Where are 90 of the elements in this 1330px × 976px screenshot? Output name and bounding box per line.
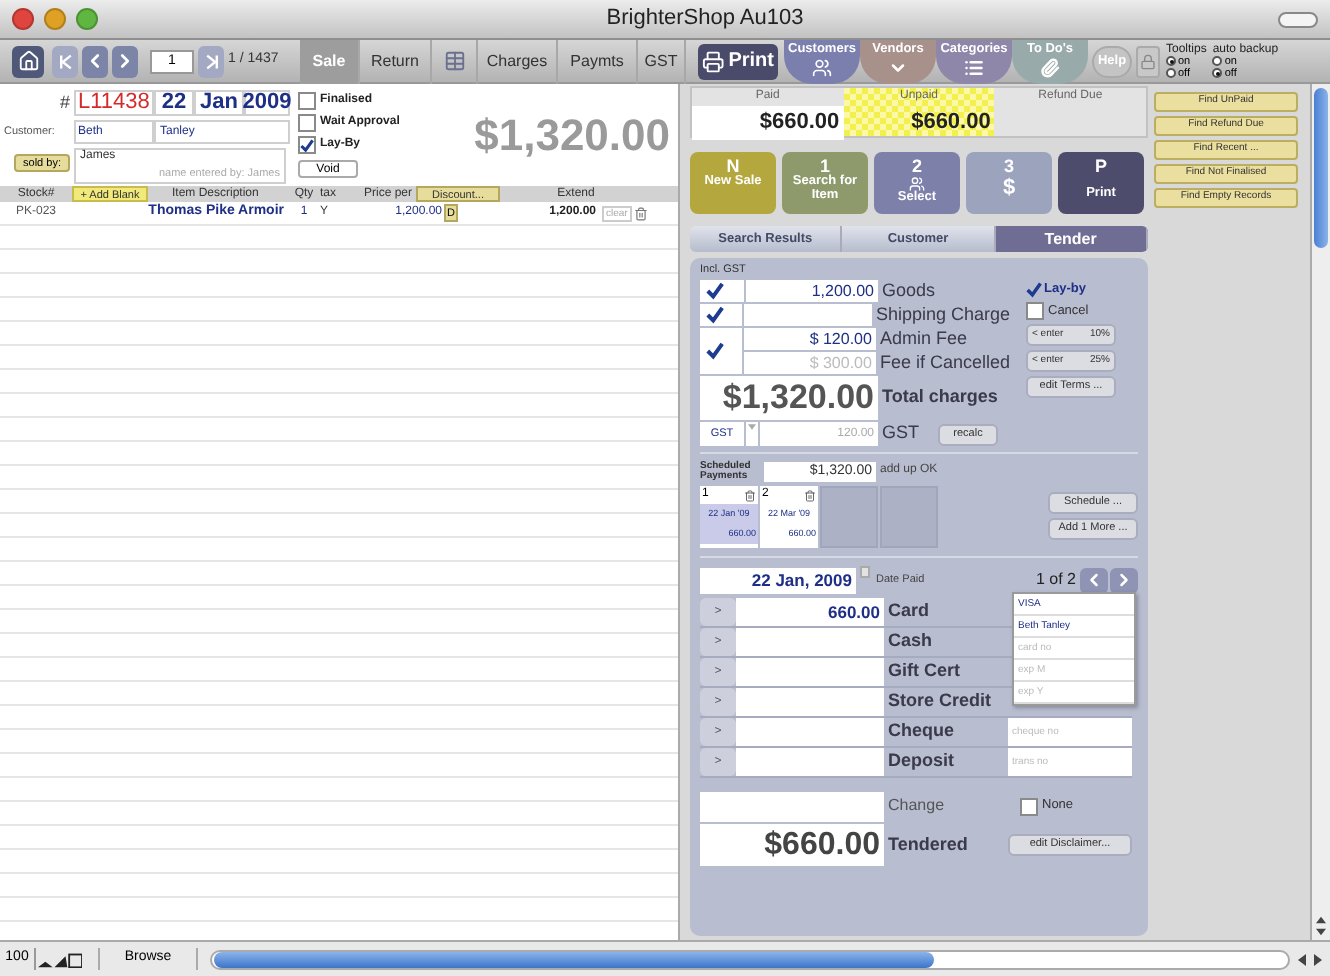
scroll-arrows-icon[interactable] (1298, 953, 1322, 965)
last-record-button[interactable] (198, 45, 224, 77)
scroll-down-icon[interactable] (1316, 928, 1326, 936)
first-icon (57, 53, 73, 69)
people-icon (906, 176, 928, 192)
pager-text: 1 of 2 (1035, 568, 1076, 592)
checkmark-icon (1026, 281, 1042, 297)
payment-method-label: Cash (886, 628, 935, 655)
change-field[interactable] (700, 791, 884, 821)
paperclip-icon (1036, 57, 1064, 77)
paid-amount: $660.00 (692, 106, 844, 139)
amount-field[interactable] (736, 658, 884, 686)
zoom-button[interactable] (76, 8, 98, 30)
tendered-label: Tendered (886, 831, 970, 858)
next-button[interactable] (112, 45, 138, 77)
checkmark-icon (300, 137, 314, 153)
next-icon (1114, 570, 1134, 590)
trash-icon[interactable] (744, 489, 756, 501)
charge-checkbox[interactable] (700, 328, 742, 374)
lock-icon (1140, 53, 1156, 69)
checkbox[interactable] (298, 136, 316, 154)
radio-button[interactable] (1166, 56, 1176, 66)
close-button[interactable] (12, 8, 34, 30)
charge-checkbox[interactable] (700, 304, 743, 326)
payment-method-label: Cheque (886, 718, 957, 745)
horizontal-scrollbar[interactable] (210, 949, 1290, 969)
charge-label: Shipping Charge (873, 301, 1010, 328)
radio-button[interactable] (1212, 68, 1223, 78)
change-label: Change (886, 794, 947, 818)
checkbox[interactable] (1026, 281, 1042, 297)
panel-tab[interactable]: Tender (995, 226, 1148, 252)
sale-number-field[interactable]: L11438 (74, 90, 154, 116)
amount-field[interactable] (736, 628, 884, 656)
charge-label: Goods (880, 277, 936, 304)
checkbox[interactable] (1026, 302, 1044, 320)
radio-button[interactable] (1166, 68, 1176, 78)
scrollbar-thumb[interactable] (214, 951, 934, 967)
previous-icon (1084, 570, 1104, 590)
amount-field[interactable] (736, 718, 884, 746)
trash-icon[interactable] (633, 205, 648, 221)
admin-fee-field[interactable]: $ 120.00 (743, 328, 876, 350)
empty-payment-slot (820, 486, 878, 548)
last-icon (203, 53, 219, 69)
payment-method-label: Deposit (886, 748, 957, 775)
scrollbar-thumb[interactable] (1314, 88, 1328, 248)
zoom-icon[interactable] (38, 951, 82, 967)
list-icon (962, 57, 986, 77)
toolbar-toggle-button[interactable] (1278, 11, 1318, 27)
amount-field[interactable]: 660.00 (736, 598, 884, 626)
day-field[interactable]: 22 (154, 90, 194, 116)
gst-label: GST (880, 420, 922, 447)
checkbox[interactable] (298, 92, 316, 110)
radio-button[interactable] (1212, 56, 1223, 66)
charge-field[interactable]: 1,200.00 (746, 280, 878, 302)
scroll-up-icon[interactable] (1316, 916, 1326, 924)
payment-method-label: Store Credit (886, 688, 994, 715)
payment-method-label: Card (886, 598, 932, 625)
charge-label: Admin Fee (877, 325, 967, 352)
print-button[interactable]: Print (698, 43, 778, 79)
minimize-button[interactable] (44, 8, 66, 30)
charge-label: Fee if Cancelled (877, 349, 1010, 376)
people-icon (810, 57, 834, 77)
vertical-scrollbar[interactable] (1310, 84, 1330, 940)
number-label: # (57, 89, 72, 116)
charge-checkbox[interactable] (700, 280, 744, 302)
sale-total: $1,320.00 (472, 108, 672, 164)
payment-method-label: Gift Cert (886, 658, 962, 685)
home-icon (17, 50, 39, 72)
next-button[interactable] (1110, 567, 1138, 593)
checkbox[interactable] (1020, 797, 1038, 815)
home-button[interactable] (12, 45, 44, 77)
date-paid-field[interactable]: 22 Jan, 2009 (700, 567, 856, 593)
amount-field[interactable] (736, 748, 884, 776)
calendar-icon[interactable] (860, 566, 870, 578)
dropdown-icon (746, 422, 758, 446)
grid-icon (443, 50, 465, 72)
month-field[interactable]: Jan (194, 90, 244, 116)
year-field[interactable]: 2009 (244, 90, 290, 116)
charge-field[interactable] (744, 304, 872, 326)
previous-button[interactable] (1080, 567, 1108, 593)
window-title: BrighterShop Au103 (604, 4, 806, 35)
unpaid-amount: $660.00 (911, 108, 993, 138)
total-charges-label: Total charges (880, 384, 998, 411)
total-charges-value: $1,320.00 (700, 376, 878, 420)
amount-field[interactable] (736, 688, 884, 716)
trash-icon[interactable] (804, 489, 816, 501)
previous-button[interactable] (82, 45, 108, 77)
tendered-value: $660.00 (700, 824, 884, 866)
printer-icon (702, 49, 725, 73)
checkbox[interactable] (298, 114, 316, 132)
